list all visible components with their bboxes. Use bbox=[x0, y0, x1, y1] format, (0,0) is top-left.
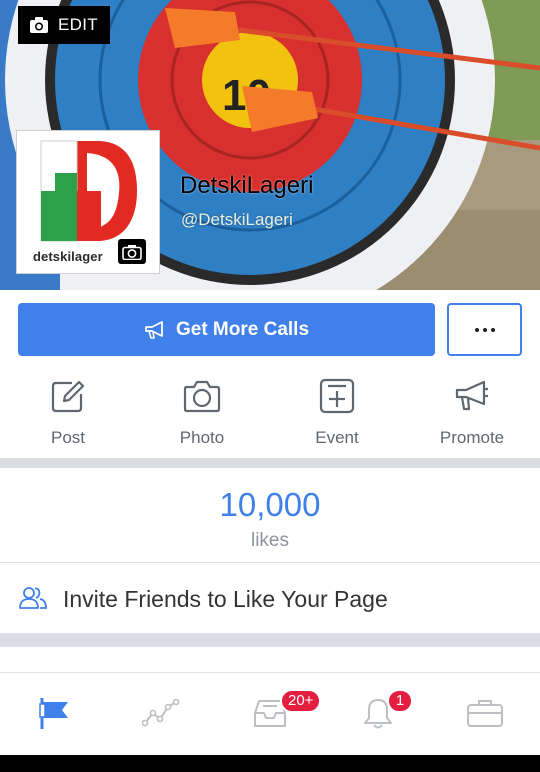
invite-friends-row[interactable]: Invite Friends to Like Your Page bbox=[0, 563, 540, 633]
logo-text: detskilager bbox=[33, 249, 103, 264]
megaphone-icon bbox=[455, 380, 488, 411]
more-dot-icon bbox=[474, 327, 479, 332]
likes-count[interactable]: 10,000 bbox=[0, 486, 540, 524]
megaphone-icon bbox=[145, 320, 163, 339]
change-profile-photo-button[interactable] bbox=[118, 239, 146, 264]
page-name: DetskiLageri bbox=[180, 172, 314, 199]
photo-action[interactable]: Photo bbox=[142, 376, 262, 448]
notifications-badge: 1 bbox=[387, 689, 413, 713]
camera-icon bbox=[183, 380, 221, 413]
camera-icon bbox=[30, 17, 48, 33]
action-bar: Post Photo Event Promote bbox=[0, 376, 540, 456]
camera-icon bbox=[122, 244, 142, 260]
system-nav-bar bbox=[0, 755, 540, 772]
cover-photo[interactable]: 10 EDIT detskilager bbox=[0, 0, 540, 290]
nav-page[interactable] bbox=[25, 693, 85, 733]
more-dot-icon bbox=[490, 327, 495, 332]
likes-label: likes bbox=[250, 530, 289, 551]
edit-cover-label: EDIT bbox=[58, 15, 98, 34]
post-label: Post bbox=[50, 428, 86, 447]
nav-tools[interactable] bbox=[455, 693, 515, 733]
nav-insights[interactable] bbox=[131, 693, 191, 733]
invite-friends-label: Invite Friends to Like Your Page bbox=[63, 586, 388, 612]
promote-label: Promote bbox=[439, 428, 505, 447]
more-dot-icon bbox=[482, 327, 487, 332]
bottom-navigation: 20+ 1 bbox=[0, 672, 540, 755]
section-divider bbox=[0, 633, 540, 647]
page-handle: @DetskiLageri bbox=[181, 210, 293, 229]
page-flag-icon bbox=[39, 698, 68, 729]
get-more-calls-label: Get More Calls bbox=[175, 318, 310, 340]
friends-icon bbox=[19, 587, 47, 609]
inbox-badge: 20+ bbox=[280, 689, 322, 713]
pencil-square-icon bbox=[51, 380, 85, 413]
promote-action[interactable]: Promote bbox=[412, 376, 532, 448]
insights-graph-icon bbox=[142, 699, 180, 727]
calendar-plus-icon bbox=[319, 378, 355, 414]
edit-cover-button[interactable]: EDIT bbox=[18, 6, 110, 44]
event-label: Event bbox=[315, 428, 359, 447]
briefcase-icon bbox=[467, 700, 503, 727]
get-more-calls-button[interactable]: Get More Calls bbox=[18, 303, 435, 356]
post-action[interactable]: Post bbox=[8, 376, 128, 448]
photo-label: Photo bbox=[179, 428, 225, 447]
more-options-button[interactable] bbox=[447, 303, 522, 356]
event-action[interactable]: Event bbox=[277, 376, 397, 448]
section-divider bbox=[0, 458, 540, 468]
